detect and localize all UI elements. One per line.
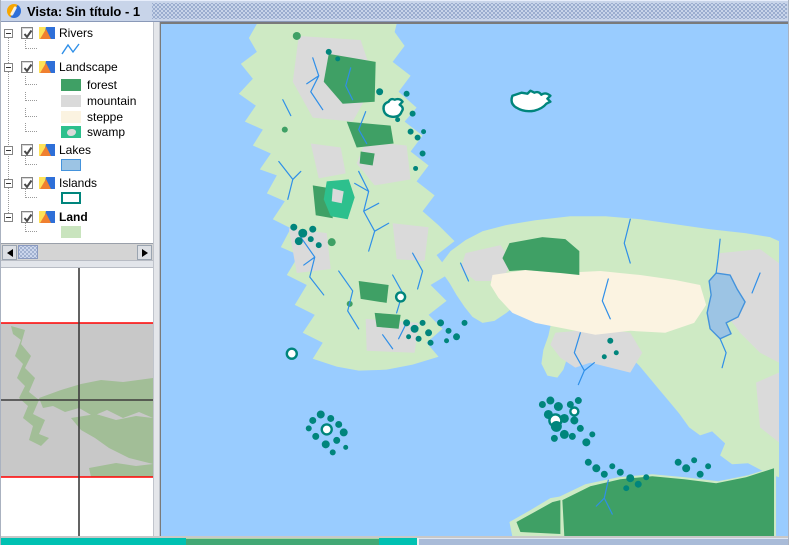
forest-small: [360, 152, 375, 166]
toc-panel: Rivers Landscape: [1, 22, 153, 537]
scrollbar-thumb[interactable]: [18, 245, 38, 259]
layer-row-landscape[interactable]: Landscape: [1, 60, 151, 74]
essos-forest: [502, 237, 579, 275]
legend-swatch-steppe: [61, 111, 81, 123]
legend-row-land[interactable]: [1, 225, 151, 239]
map-canvas[interactable]: [160, 22, 789, 537]
layer-tree: Rivers Landscape: [1, 22, 153, 243]
tree-connector: [25, 156, 37, 165]
river-line-symbol: [61, 43, 81, 58]
titlebar-texture: [152, 3, 787, 19]
forest-rainwood: [375, 313, 401, 329]
island-ring-basilisk2: [570, 408, 578, 416]
background-window-teal[interactable]: [1, 538, 186, 545]
layer-checkbox[interactable]: [21, 144, 33, 156]
legend-label: steppe: [87, 110, 123, 124]
layer-icon: [39, 211, 55, 223]
collapse-icon[interactable]: [4, 29, 13, 38]
background-window-teal-2[interactable]: [379, 538, 417, 545]
layer-icon: [39, 61, 55, 73]
legend-swatch-forest: [61, 79, 81, 91]
island-ring-west: [287, 349, 297, 359]
window-title: Vista: Sin título - 1: [27, 4, 152, 19]
layer-icon: [39, 144, 55, 156]
forest-dot: [282, 127, 288, 133]
view-window: Vista: Sin título - 1 Rivers: [0, 0, 789, 545]
layer-row-land[interactable]: Land: [1, 210, 151, 224]
window-titlebar[interactable]: Vista: Sin título - 1: [1, 0, 789, 22]
tree-connector: [25, 76, 37, 85]
tree-connector: [25, 123, 37, 132]
legend-swatch-lakes: [61, 159, 81, 171]
collapse-icon[interactable]: [4, 63, 13, 72]
scroll-right-button[interactable]: [137, 245, 152, 260]
layer-icon: [39, 27, 55, 39]
background-window-blue[interactable]: [419, 538, 789, 545]
collapse-icon[interactable]: [4, 213, 13, 222]
scroll-left-button[interactable]: [2, 245, 17, 260]
legend-swatch-islands: [61, 192, 81, 204]
layer-row-rivers[interactable]: Rivers: [1, 26, 151, 40]
layer-label[interactable]: Land: [59, 210, 88, 224]
island-skagos: [384, 99, 403, 117]
layer-row-islands[interactable]: Islands: [1, 176, 151, 190]
legend-row-mountain[interactable]: mountain: [1, 94, 151, 108]
layer-checkbox[interactable]: [21, 27, 33, 39]
collapse-icon[interactable]: [4, 146, 13, 155]
tree-connector: [25, 40, 37, 49]
forest-dot: [328, 238, 336, 246]
left-arrow-icon: [7, 249, 13, 257]
mountains-east: [393, 223, 429, 261]
toc-horizontal-scrollbar[interactable]: [1, 243, 153, 260]
island-ring-summer: [322, 424, 332, 434]
layer-checkbox[interactable]: [21, 61, 33, 73]
legend-swatch-land: [61, 226, 81, 238]
layer-label[interactable]: Rivers: [59, 26, 93, 40]
legend-swatch-swamp: [61, 126, 81, 138]
layer-label[interactable]: Islands: [59, 176, 97, 190]
horizontal-splitter[interactable]: [1, 260, 153, 268]
tree-connector: [25, 223, 37, 232]
layer-label[interactable]: Landscape: [59, 60, 118, 74]
right-arrow-icon: [142, 249, 148, 257]
layer-checkbox[interactable]: [21, 177, 33, 189]
legend-label: swamp: [87, 125, 125, 139]
island-ring-east: [396, 292, 405, 301]
legend-row-steppe[interactable]: steppe: [1, 110, 151, 124]
layer-label[interactable]: Lakes: [59, 143, 91, 157]
background-window-green[interactable]: [186, 538, 379, 545]
tree-connector: [25, 92, 37, 101]
tree-connector: [25, 189, 37, 198]
overview-locator-map[interactable]: [1, 268, 153, 537]
tree-connector: [25, 108, 37, 117]
gvsig-app-icon: [7, 4, 21, 18]
legend-row-swamp[interactable]: swamp: [1, 125, 151, 139]
collapse-icon[interactable]: [4, 179, 13, 188]
layer-icon: [39, 177, 55, 189]
legend-label: mountain: [87, 94, 136, 108]
legend-row-islands[interactable]: [1, 191, 151, 205]
forest-dot: [293, 32, 301, 40]
legend-row-lakes[interactable]: [1, 158, 151, 172]
layer-checkbox[interactable]: [21, 211, 33, 223]
legend-label: forest: [87, 78, 117, 92]
legend-row-river-symbol[interactable]: [1, 42, 151, 56]
layer-row-lakes[interactable]: Lakes: [1, 143, 151, 157]
vertical-splitter[interactable]: [153, 22, 160, 537]
swamp-pattern-blob: [67, 129, 76, 136]
legend-row-forest[interactable]: forest: [1, 78, 151, 92]
legend-swatch-mountain: [61, 95, 81, 107]
